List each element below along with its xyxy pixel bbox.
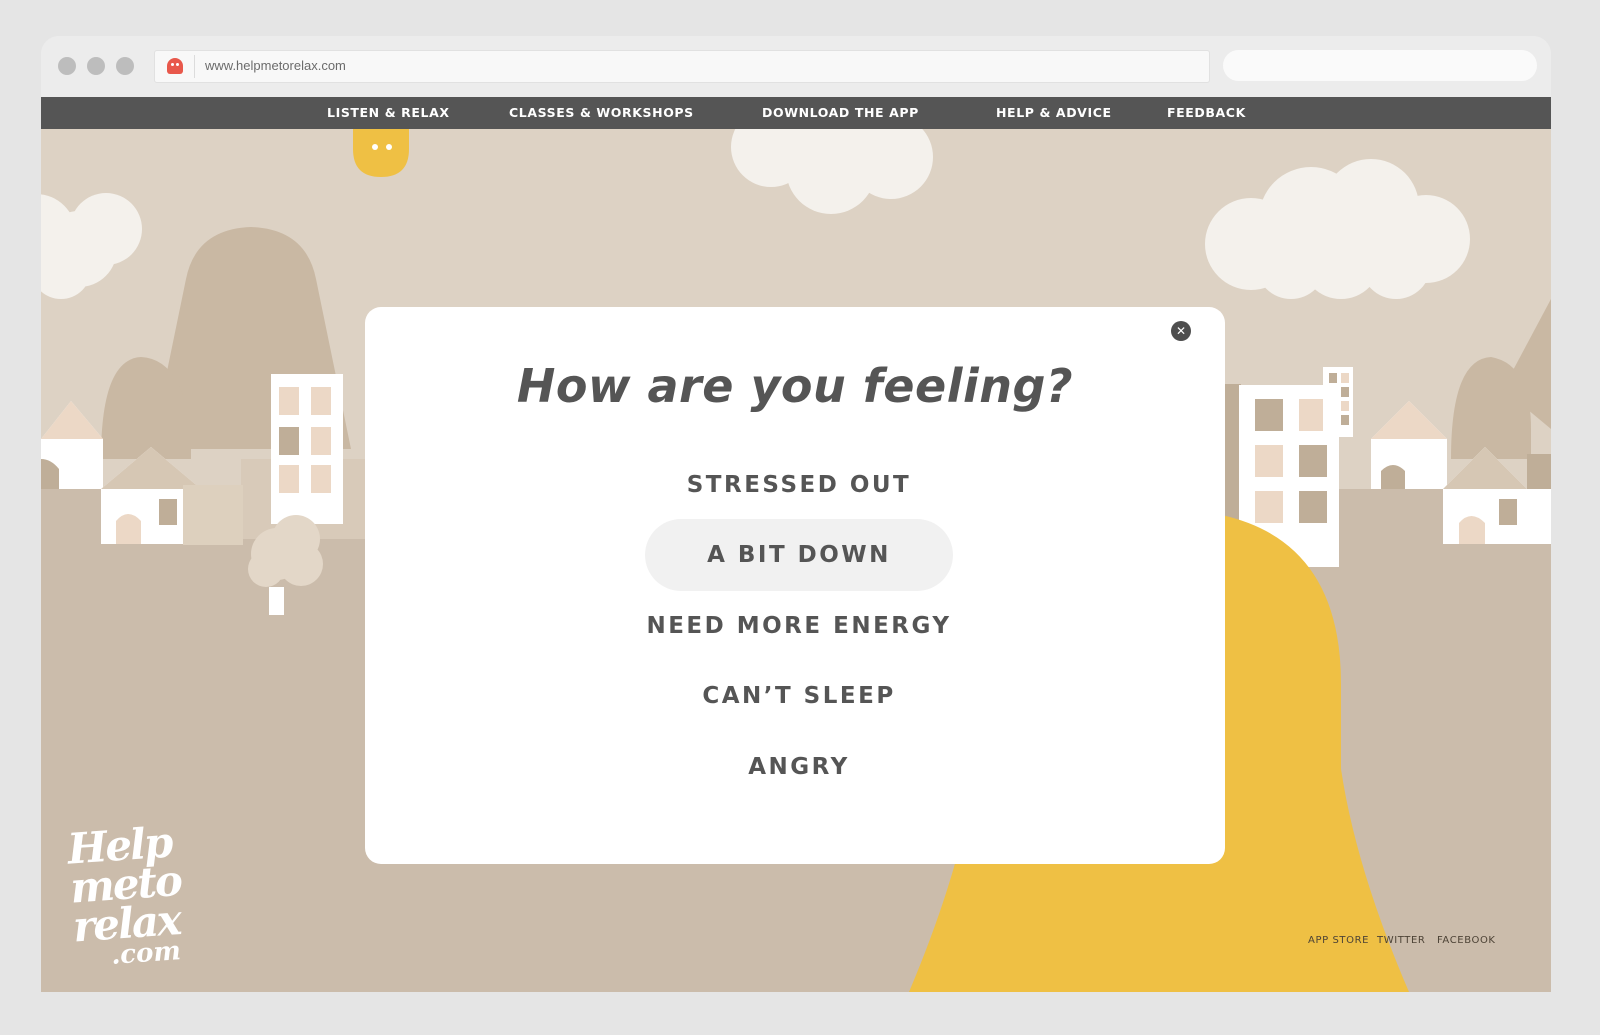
site-favicon-icon [167, 58, 183, 74]
option-stressed-out[interactable]: STRESSED OUT [645, 449, 953, 521]
minimize-window-button[interactable] [87, 57, 105, 75]
option-angry[interactable]: ANGRY [645, 731, 953, 803]
nav-listen-relax[interactable]: LISTEN & RELAX [327, 97, 450, 129]
feeling-dialog: ✕ How are you feeling? STRESSED OUT A BI… [365, 307, 1225, 864]
browser-search-field[interactable] [1223, 50, 1537, 81]
zoom-window-button[interactable] [116, 57, 134, 75]
footer-app-store-link[interactable]: APP STORE [1308, 935, 1369, 946]
site-logo[interactable]: Help meto relax .com [66, 818, 235, 971]
nav-feedback[interactable]: FEEDBACK [1167, 97, 1246, 129]
main-nav: LISTEN & RELAX CLASSES & WORKSHOPS DOWNL… [41, 97, 1551, 129]
address-bar[interactable]: www.helpmetorelax.com [154, 50, 1210, 83]
nav-help-advice[interactable]: HELP & ADVICE [996, 97, 1112, 129]
option-cant-sleep[interactable]: CAN’T SLEEP [645, 660, 953, 732]
background-scene: ✕ How are you feeling? STRESSED OUT A BI… [41, 129, 1551, 992]
option-a-bit-down[interactable]: A BIT DOWN [645, 519, 953, 591]
footer-facebook-link[interactable]: FACEBOOK [1437, 935, 1496, 946]
browser-window: www.helpmetorelax.com LISTEN & RELAX CLA… [41, 36, 1551, 992]
nav-download-app[interactable]: DOWNLOAD THE APP [762, 97, 919, 129]
footer-twitter-link[interactable]: TWITTER [1377, 935, 1425, 946]
option-need-more-energy[interactable]: NEED MORE ENERGY [645, 590, 953, 662]
close-icon[interactable]: ✕ [1171, 321, 1191, 341]
browser-toolbar: www.helpmetorelax.com [41, 36, 1551, 97]
nav-classes-workshops[interactable]: CLASSES & WORKSHOPS [509, 97, 694, 129]
dialog-title: How are you feeling? [516, 359, 1074, 413]
close-window-button[interactable] [58, 57, 76, 75]
address-url[interactable]: www.helpmetorelax.com [205, 58, 346, 73]
address-divider [194, 55, 195, 78]
mascot-small-icon [353, 129, 409, 177]
